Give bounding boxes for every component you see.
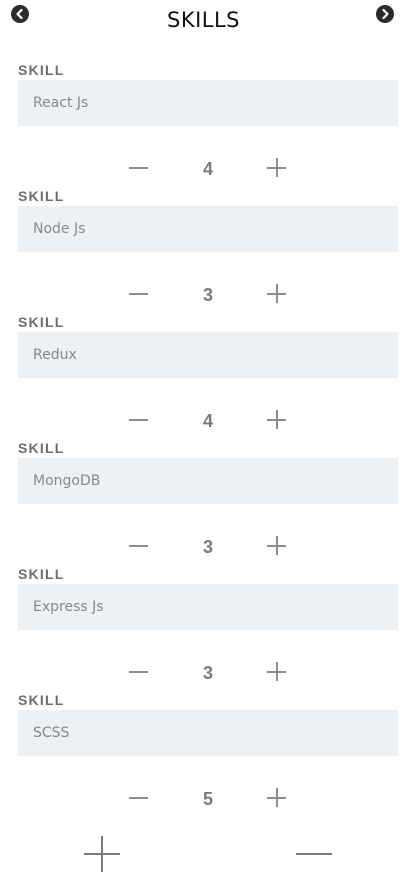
skill-level-value: 4 xyxy=(202,411,213,431)
skill-input[interactable] xyxy=(18,332,398,378)
skill-level-stepper: 3 xyxy=(18,654,398,694)
skill-item: SKILL 4 xyxy=(18,62,398,188)
increase-level-button[interactable] xyxy=(267,410,287,430)
increase-level-button[interactable] xyxy=(267,788,287,808)
skill-input[interactable] xyxy=(18,584,398,630)
chevron-right-icon xyxy=(382,8,389,20)
increase-level-button[interactable] xyxy=(267,158,287,178)
skill-level-stepper: 3 xyxy=(18,276,398,316)
skill-item: SKILL 3 xyxy=(18,566,398,692)
skill-level-stepper: 3 xyxy=(18,528,398,568)
page-title: SKILLS xyxy=(166,8,241,32)
increase-level-button[interactable] xyxy=(267,662,287,682)
skill-level-value: 5 xyxy=(202,789,213,809)
skill-label: SKILL xyxy=(18,566,65,582)
increase-level-button[interactable] xyxy=(267,536,287,556)
skill-label: SKILL xyxy=(18,440,65,456)
skill-label: SKILL xyxy=(18,62,65,78)
decrease-level-button[interactable] xyxy=(129,419,149,439)
skill-level-stepper: 4 xyxy=(18,402,398,442)
add-skill-button[interactable] xyxy=(84,836,120,872)
skill-level-value: 3 xyxy=(202,285,213,305)
forward-button[interactable] xyxy=(376,5,394,23)
skill-level-value: 4 xyxy=(202,159,213,179)
decrease-level-button[interactable] xyxy=(129,167,149,187)
increase-level-button[interactable] xyxy=(267,284,287,304)
decrease-level-button[interactable] xyxy=(129,671,149,691)
skill-input[interactable] xyxy=(18,458,398,504)
skill-level-value: 3 xyxy=(202,537,213,557)
skill-label: SKILL xyxy=(18,692,65,708)
skill-level-stepper: 5 xyxy=(18,780,398,820)
skill-label: SKILL xyxy=(18,188,65,204)
remove-skill-button[interactable] xyxy=(296,836,332,872)
skill-level-stepper: 4 xyxy=(18,150,398,190)
skill-input[interactable] xyxy=(18,710,398,756)
decrease-level-button[interactable] xyxy=(129,293,149,313)
skill-item: SKILL 3 xyxy=(18,188,398,314)
header: SKILLS xyxy=(0,0,407,40)
skill-input[interactable] xyxy=(18,206,398,252)
skill-item: SKILL 4 xyxy=(18,314,398,440)
skill-item: SKILL 3 xyxy=(18,440,398,566)
skill-item: SKILL 5 xyxy=(18,692,398,818)
skill-level-value: 3 xyxy=(202,663,213,683)
skill-input[interactable] xyxy=(18,80,398,126)
decrease-level-button[interactable] xyxy=(129,797,149,817)
skill-label: SKILL xyxy=(18,314,65,330)
decrease-level-button[interactable] xyxy=(129,545,149,565)
